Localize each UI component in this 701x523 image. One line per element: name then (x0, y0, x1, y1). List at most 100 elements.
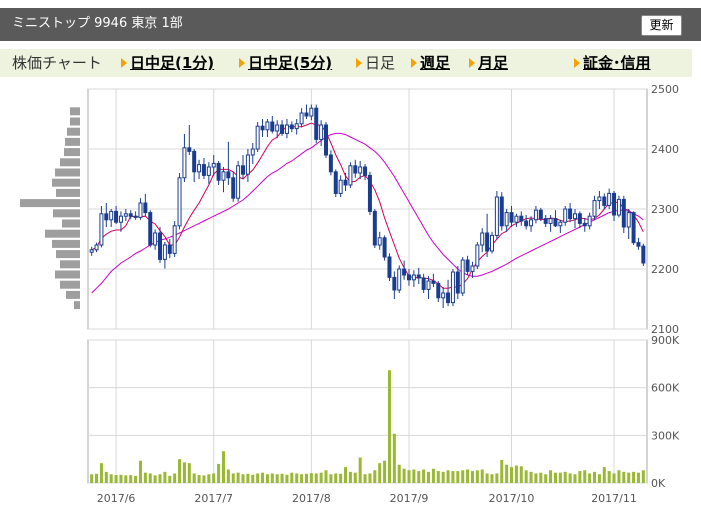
volume-bar (632, 471, 636, 483)
volume-bar (309, 473, 313, 483)
candle-body (470, 265, 475, 272)
candle-body (319, 124, 324, 140)
volume-profile-bar (20, 199, 80, 208)
volume-bar (373, 470, 377, 483)
candle-body (577, 213, 582, 224)
price-tick-label: 2400 (651, 143, 679, 156)
candle-body (626, 212, 631, 228)
candle-body (450, 271, 455, 304)
candle-body (201, 164, 206, 176)
volume-profile-bar (66, 290, 80, 299)
date-tick-label: 2017/11 (591, 492, 637, 505)
candle-body (89, 249, 94, 253)
candle-body (504, 212, 509, 227)
volume-bar (451, 471, 455, 483)
volume-profile-bar (65, 137, 80, 146)
volume-bar (212, 473, 216, 483)
candle-body (436, 282, 441, 299)
volume-bar (475, 470, 479, 483)
date-tick-label: 2017/7 (194, 492, 233, 505)
volume-profile-bar (60, 260, 80, 269)
volume-bar (514, 465, 518, 483)
candle-body (158, 232, 163, 260)
volume-bar (265, 474, 269, 483)
candle-body (363, 166, 368, 176)
candle-body (568, 208, 573, 220)
volume-bar (295, 473, 299, 483)
volume-tick-label: 300K (651, 429, 680, 442)
candle-body (636, 242, 641, 247)
volume-bar (495, 473, 499, 483)
volume-bar (539, 472, 543, 483)
volume-profile-bar (67, 127, 80, 136)
volume-bar (397, 464, 401, 483)
volume-plot-area (87, 339, 648, 484)
volume-bar (256, 473, 260, 483)
candle-body (367, 174, 372, 212)
volume-bar (99, 463, 103, 483)
volume-profile-bar (60, 280, 80, 289)
volume-bar (280, 473, 284, 483)
candle-body (226, 171, 231, 179)
candle-body (455, 271, 460, 294)
candle-body (284, 124, 289, 134)
volume-tick-label: 600K (651, 382, 680, 395)
volume-bar (173, 473, 177, 483)
candle-body (631, 212, 636, 244)
volume-bar (427, 471, 431, 483)
volume-bar (109, 474, 113, 483)
volume-bar (192, 473, 196, 483)
volume-bar (290, 472, 294, 483)
volume-bar (480, 469, 484, 483)
candle-body (128, 213, 133, 217)
candle-body (289, 124, 294, 130)
volume-bar (446, 470, 450, 483)
volume-bar (431, 468, 435, 483)
volume-bar (392, 433, 396, 483)
candle-body (543, 218, 548, 224)
volume-bar (197, 475, 201, 483)
volume-bar (510, 467, 514, 483)
volume-profile-bar (45, 229, 80, 238)
candle-body (255, 125, 260, 150)
date-tick-label: 2017/8 (292, 492, 331, 505)
candle-body (206, 166, 211, 176)
volume-bar (588, 473, 592, 483)
candle-body (299, 112, 304, 125)
candle-body (236, 165, 241, 199)
candle-body (177, 177, 182, 227)
candle-body (260, 125, 265, 131)
volume-profile-bar (74, 301, 80, 310)
candle-body (114, 210, 119, 223)
volume-bar (187, 463, 191, 483)
candle-body (592, 200, 597, 217)
candle-body (241, 165, 246, 175)
date-tick-label: 2017/10 (489, 492, 535, 505)
candle-body (499, 196, 504, 227)
volume-bar (466, 469, 470, 483)
candle-body (572, 213, 577, 220)
price-tick-label: 2500 (651, 83, 679, 96)
candle-body (465, 259, 470, 272)
candle-body (94, 244, 99, 251)
candle-body (529, 219, 534, 227)
candle-body (460, 259, 465, 294)
volume-bar (505, 464, 509, 483)
volume-bar (529, 471, 533, 483)
volume-profile-bar (56, 250, 80, 259)
volume-bar (593, 471, 597, 483)
volume-bar (407, 470, 411, 483)
candle-body (324, 124, 329, 156)
candle-body (182, 147, 187, 179)
volume-bar (470, 471, 474, 483)
candle-body (475, 244, 480, 267)
volume-bar (344, 467, 348, 483)
volume-profile-bar (60, 158, 80, 167)
candle-body (538, 209, 543, 220)
candle-body (514, 215, 519, 223)
candle-body (416, 274, 421, 279)
volume-bar (231, 473, 235, 483)
volume-bar (270, 473, 274, 483)
volume-bar (387, 370, 391, 483)
volume-bar (549, 470, 553, 483)
